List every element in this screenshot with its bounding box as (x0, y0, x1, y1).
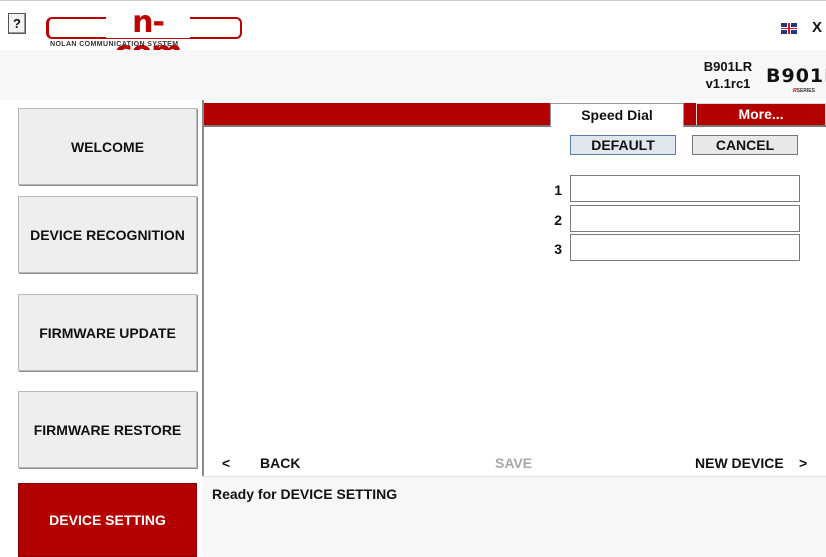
panel-divider (202, 100, 204, 477)
tab-underline (204, 125, 550, 127)
status-text: Ready for DEVICE SETTING (212, 486, 398, 502)
status-area: Ready for DEVICE SETTING (202, 476, 826, 557)
ncom-logo: n-com NOLAN COMMUNICATION SYSTEM (46, 8, 246, 68)
sidebar: WELCOME DEVICE RECOGNITION FIRMWARE UPDA… (0, 100, 203, 557)
tab-speed-dial[interactable]: Speed Dial (550, 103, 684, 127)
back-arrow-icon[interactable]: < (222, 455, 230, 471)
save-button[interactable]: SAVE (495, 455, 532, 471)
speed-dial-label-1: 1 (554, 182, 562, 198)
device-model: B901LR (703, 59, 753, 74)
device-version: v1.1rc1 (705, 76, 751, 91)
cancel-button[interactable]: CANCEL (692, 135, 798, 155)
speed-dial-label-3: 3 (554, 241, 562, 257)
sidebar-item-welcome[interactable]: WELCOME (18, 108, 197, 185)
speed-dial-input-2[interactable] (570, 205, 800, 232)
logo-text: n-com (106, 8, 190, 68)
tab-more[interactable]: More... (696, 103, 826, 125)
sidebar-item-device-recognition[interactable]: DEVICE RECOGNITION (18, 196, 197, 273)
nav-bar: < BACK SAVE NEW DEVICE > (204, 452, 826, 476)
device-logo: B901L (766, 65, 826, 87)
back-button[interactable]: BACK (260, 455, 300, 471)
new-device-button[interactable]: NEW DEVICE (695, 455, 784, 471)
sidebar-item-firmware-restore[interactable]: FIRMWARE RESTORE (18, 391, 197, 468)
help-button[interactable]: ? (8, 13, 26, 34)
sidebar-item-firmware-update[interactable]: FIRMWARE UPDATE (18, 294, 197, 371)
device-logo-series: RSERIES (793, 88, 815, 94)
next-arrow-icon[interactable]: > (799, 455, 807, 471)
sidebar-item-device-setting[interactable]: DEVICE SETTING (18, 483, 197, 557)
speed-dial-label-2: 2 (554, 212, 562, 228)
logo-subtitle: NOLAN COMMUNICATION SYSTEM (50, 41, 179, 48)
default-button[interactable]: DEFAULT (570, 135, 676, 155)
uk-flag-icon[interactable] (781, 23, 797, 34)
device-info: B901LR v1.1rc1 (698, 58, 758, 92)
tab-underline (684, 125, 826, 127)
speed-dial-input-1[interactable] (570, 175, 800, 202)
speed-dial-input-3[interactable] (570, 234, 800, 261)
close-button[interactable]: X (812, 19, 822, 36)
title-bar: ? n-com NOLAN COMMUNICATION SYSTEM X (0, 0, 826, 68)
device-header: B901LR v1.1rc1 B901L RSERIES (0, 50, 826, 100)
